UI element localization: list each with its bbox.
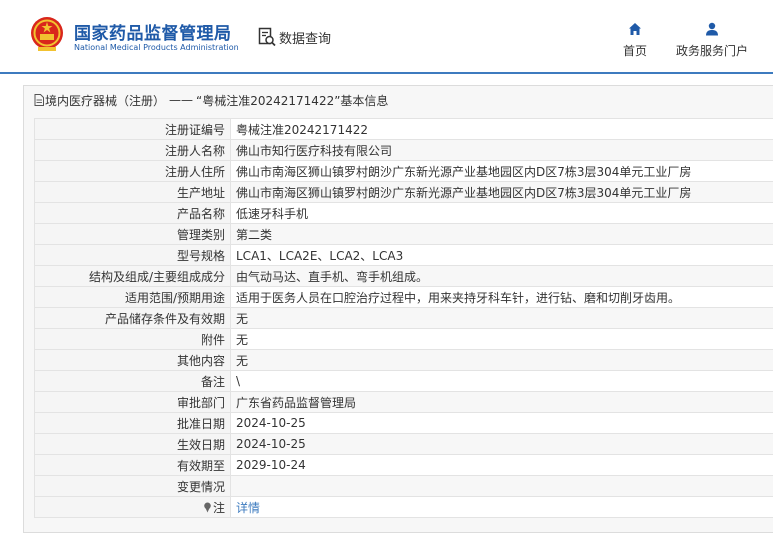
field-label: 管理类别 <box>34 223 231 245</box>
note-label: 注 <box>212 500 225 515</box>
table-row: 产品储存条件及有效期无 <box>34 307 773 329</box>
nav-portal-label: 政务服务门户 <box>675 44 748 58</box>
field-value: 无 <box>230 307 773 329</box>
field-value: 无 <box>230 328 773 350</box>
field-value: LCA1、LCA2E、LCA2、LCA3 <box>230 244 773 266</box>
field-value: 低速牙科手机 <box>230 202 773 224</box>
table-row: 其他内容无 <box>34 349 773 371</box>
table-row: 备注 \ <box>34 370 773 392</box>
field-label: 型号规格 <box>34 244 231 266</box>
table-row: 注册证编号 粤械注准20242171422 <box>34 118 773 140</box>
field-label: 结构及组成/主要组成成分 <box>34 265 231 287</box>
field-label: 生产地址 <box>34 181 231 203</box>
table-row: 管理类别 第二类 <box>34 223 773 245</box>
table-row: 适用范围/预期用途 适用于医务人员在口腔治疗过程中，用来夹持牙科车针，进行钻、磨和… <box>34 286 773 308</box>
home-icon <box>629 23 641 35</box>
field-label: 其他内容 <box>34 349 231 371</box>
field-label: 产品储存条件及有效期 <box>34 307 231 329</box>
field-value-note: 详情 <box>230 496 773 518</box>
field-value: 2024-10-25 <box>230 433 773 455</box>
table-row: 注册人名称 佛山市知行医疗科技有限公司 <box>34 139 773 161</box>
field-label: 适用范围/预期用途 <box>34 286 231 308</box>
field-label: 注册证编号 <box>34 118 231 140</box>
field-value: 佛山市南海区狮山镇罗村朗沙广东新光源产业基地园区内D区7栋3层304单元工业厂房 <box>230 160 773 182</box>
site-header: 国家药品监督管理局 National Medical Products Admi… <box>0 0 773 74</box>
document-icon <box>34 94 44 106</box>
table-row: 审批部门 广东省药品监督管理局 <box>34 391 773 413</box>
field-label: 备注 <box>34 370 231 392</box>
nav-home[interactable]: 首页 <box>620 22 650 59</box>
table-row: 产品名称 低速牙科手机 <box>34 202 773 224</box>
table-row: 生效日期 2024-10-25 <box>34 433 773 455</box>
field-value <box>230 475 773 497</box>
field-value: 由气动马达、直手机、弯手机组成。 <box>230 265 773 287</box>
breadcrumb-separator: —— <box>169 93 194 107</box>
table-row-note: 注详情 <box>34 496 773 518</box>
record-card: 境内医疗器械（注册） —— “粤械注准20242171422”基本信息 注册证编… <box>23 85 773 533</box>
data-query-link[interactable]: 数据查询 <box>258 27 331 47</box>
registration-info-table: 注册证编号 粤械注准20242171422 注册人名称 佛山市知行医疗科技有限公司 注册… <box>34 118 773 518</box>
site-title-en: National Medical Products Administration <box>74 43 239 52</box>
field-label-note: 注 <box>34 496 231 518</box>
field-label: 附件 <box>34 328 231 350</box>
nav-gov-service-portal[interactable]: 政务服务门户 <box>672 22 752 59</box>
field-label: 注册人住所 <box>34 160 231 182</box>
table-row: 有效期至 2029-10-24 <box>34 454 773 476</box>
field-value: 广东省药品监督管理局 <box>230 391 773 413</box>
field-label: 批准日期 <box>34 412 231 434</box>
search-document-icon <box>258 27 276 47</box>
field-label: 生效日期 <box>34 433 231 455</box>
table-row: 结构及组成/主要组成成分 由气动马达、直手机、弯手机组成。 <box>34 265 773 287</box>
field-label: 变更情况 <box>34 475 231 497</box>
detail-link[interactable]: 详情 <box>236 501 260 515</box>
field-label: 审批部门 <box>34 391 231 413</box>
field-label: 注册人名称 <box>34 139 231 161</box>
pin-icon <box>204 502 211 512</box>
national-emblem-logo[interactable] <box>30 16 64 52</box>
nav-home-label: 首页 <box>622 44 647 58</box>
data-query-label: 数据查询 <box>279 31 332 47</box>
user-icon <box>706 22 718 36</box>
field-value: 第二类 <box>230 223 773 245</box>
table-row: 批准日期 2024-10-25 <box>34 412 773 434</box>
breadcrumb-section-link[interactable]: 境内医疗器械（注册） <box>45 92 165 109</box>
field-value: 2024-10-25 <box>230 412 773 434</box>
field-value: \ <box>230 370 773 392</box>
table-row: 变更情况 <box>34 475 773 497</box>
field-value: 粤械注准20242171422 <box>230 118 773 140</box>
table-row: 附件无 <box>34 328 773 350</box>
table-row: 注册人住所 佛山市南海区狮山镇罗村朗沙广东新光源产业基地园区内D区7栋3层304单… <box>34 160 773 182</box>
site-title: 国家药品监督管理局 <box>74 24 232 44</box>
table-row: 型号规格 LCA1、LCA2E、LCA2、LCA3 <box>34 244 773 266</box>
breadcrumb-current: “粤械注准20242171422”基本信息 <box>196 93 389 108</box>
field-value: 2029-10-24 <box>230 454 773 476</box>
table-row: 生产地址 佛山市南海区狮山镇罗村朗沙广东新光源产业基地园区内D区7栋3层304单元… <box>34 181 773 203</box>
breadcrumb: 境内医疗器械（注册） —— “粤械注准20242171422”基本信息 <box>34 92 388 108</box>
field-value: 佛山市南海区狮山镇罗村朗沙广东新光源产业基地园区内D区7栋3层304单元工业厂房 <box>230 181 773 203</box>
field-label: 产品名称 <box>34 202 231 224</box>
field-value: 适用于医务人员在口腔治疗过程中，用来夹持牙科车针，进行钻、磨和切削牙齿用。 <box>230 286 773 308</box>
field-value: 无 <box>230 349 773 371</box>
field-label: 有效期至 <box>34 454 231 476</box>
field-value: 佛山市知行医疗科技有限公司 <box>230 139 773 161</box>
